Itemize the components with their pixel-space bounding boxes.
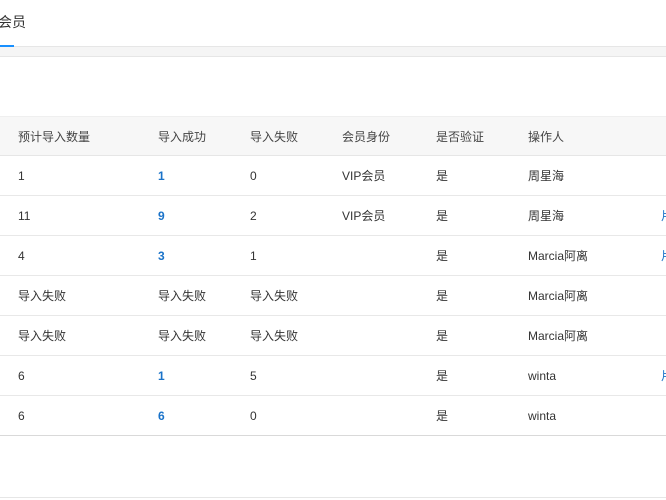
cell-verified: 是 bbox=[436, 249, 449, 263]
header-verified: 是否验证 bbox=[436, 129, 485, 144]
table-row: 11 9 2 VIP会员 是 周星海 片 bbox=[0, 196, 666, 236]
table-row: 1 1 0 VIP会员 是 周星海 bbox=[0, 156, 666, 196]
page: 会员 预计导入数量 导入成功 导入失败 会员身份 是否验证 操作人 1 1 0 … bbox=[0, 0, 666, 500]
cell-verified: 是 bbox=[436, 409, 449, 423]
table-row: 4 3 1 是 Marcia阿离 片 bbox=[0, 236, 666, 276]
cell-verified: 是 bbox=[436, 169, 449, 183]
cell-operator: winta bbox=[528, 408, 557, 423]
import-records-table: 预计导入数量 导入成功 导入失败 会员身份 是否验证 操作人 1 1 0 VIP… bbox=[0, 116, 666, 436]
cell-success-link[interactable]: 1 bbox=[158, 156, 165, 195]
cell-expected: 11 bbox=[18, 208, 31, 223]
cell-expected: 6 bbox=[18, 368, 25, 383]
tab-member[interactable]: 会员 bbox=[0, 0, 26, 47]
cell-operator: winta bbox=[528, 368, 557, 383]
cell-operator: Marcia阿离 bbox=[528, 329, 589, 343]
cell-fail: 2 bbox=[250, 208, 257, 223]
cell-expected: 6 bbox=[18, 408, 25, 423]
cell-operator: 周星海 bbox=[528, 209, 565, 223]
cell-expected: 4 bbox=[18, 248, 25, 263]
cell-verified: 是 bbox=[436, 329, 449, 343]
cell-expected: 导入失败 bbox=[18, 289, 67, 303]
header-import-fail: 导入失败 bbox=[250, 129, 299, 144]
table-row: 6 6 0 是 winta bbox=[0, 396, 666, 436]
cell-verified: 是 bbox=[436, 209, 449, 223]
cell-operator: Marcia阿离 bbox=[528, 249, 589, 263]
header-expected-count: 预计导入数量 bbox=[18, 129, 91, 144]
table-row: 导入失败 导入失败 导入失败 是 Marcia阿离 bbox=[0, 276, 666, 316]
table-row: 导入失败 导入失败 导入失败 是 Marcia阿离 bbox=[0, 316, 666, 356]
cell-verified: 是 bbox=[436, 289, 449, 303]
tab-member-label: 会员 bbox=[0, 14, 26, 30]
cell-success-link[interactable]: 9 bbox=[158, 196, 165, 235]
header-import-success: 导入成功 bbox=[158, 129, 207, 144]
cell-fail: 0 bbox=[250, 168, 257, 183]
bottom-divider bbox=[0, 497, 666, 498]
cell-success-link[interactable]: 6 bbox=[158, 396, 165, 435]
cell-identity: VIP会员 bbox=[342, 169, 386, 183]
cell-fail: 1 bbox=[250, 248, 257, 263]
row-action-link[interactable]: 片 bbox=[661, 356, 666, 395]
top-tab-bar: 会员 bbox=[0, 0, 666, 47]
table-row: 6 1 5 是 winta 片 bbox=[0, 356, 666, 396]
cell-expected: 导入失败 bbox=[18, 329, 67, 343]
cell-fail: 导入失败 bbox=[250, 329, 299, 343]
cell-success: 导入失败 bbox=[158, 329, 207, 343]
cell-identity: VIP会员 bbox=[342, 209, 386, 223]
cell-success-link[interactable]: 3 bbox=[158, 236, 165, 275]
cell-verified: 是 bbox=[436, 369, 449, 383]
row-action-link[interactable]: 片 bbox=[661, 196, 666, 235]
cell-fail: 0 bbox=[250, 408, 257, 423]
cell-fail: 5 bbox=[250, 368, 257, 383]
cell-success: 导入失败 bbox=[158, 289, 207, 303]
cell-expected: 1 bbox=[18, 168, 25, 183]
cell-fail: 导入失败 bbox=[250, 289, 299, 303]
header-operator: 操作人 bbox=[528, 129, 565, 144]
header-member-identity: 会员身份 bbox=[342, 129, 391, 144]
toolbar-strip bbox=[0, 47, 666, 57]
cell-success-link[interactable]: 1 bbox=[158, 356, 165, 395]
table-header: 预计导入数量 导入成功 导入失败 会员身份 是否验证 操作人 bbox=[0, 116, 666, 156]
cell-operator: 周星海 bbox=[528, 169, 565, 183]
row-action-link[interactable]: 片 bbox=[661, 236, 666, 275]
cell-operator: Marcia阿离 bbox=[528, 289, 589, 303]
